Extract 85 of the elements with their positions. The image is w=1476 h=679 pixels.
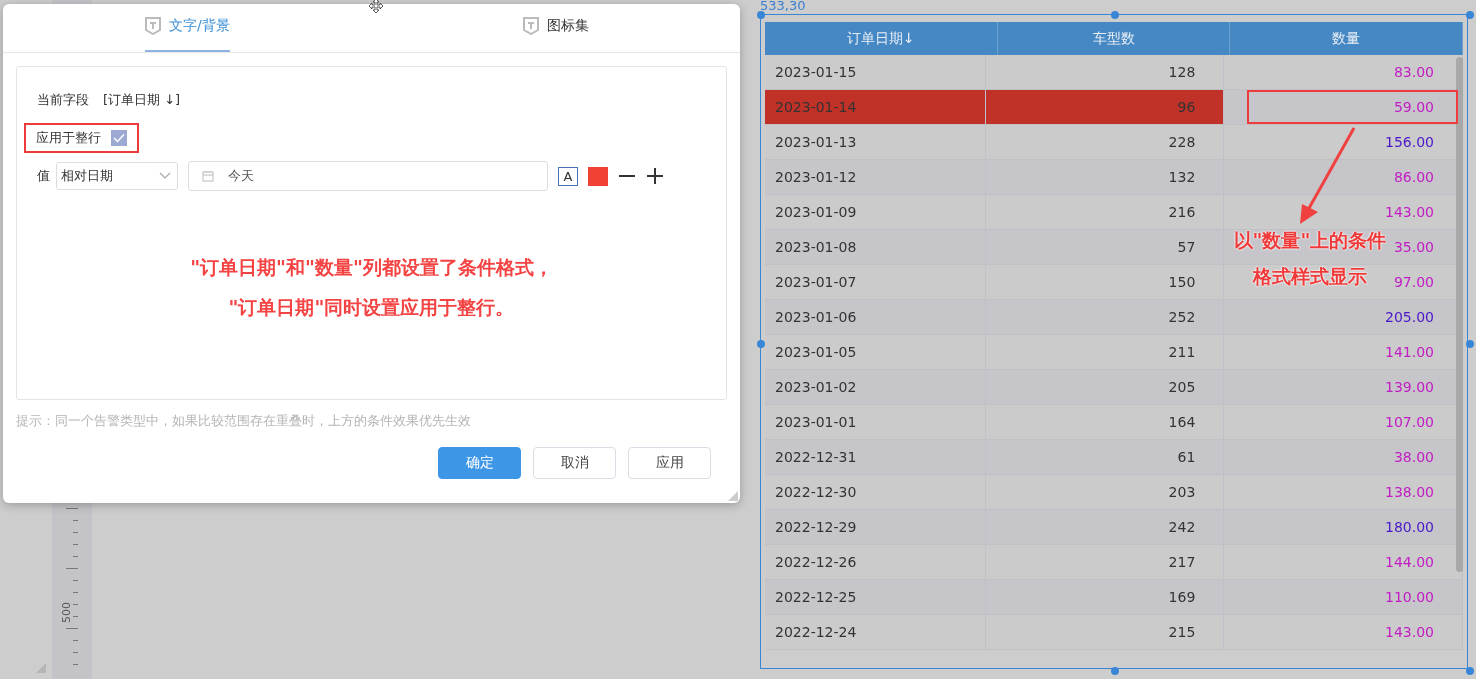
quantity-value: 35.00 [1393,239,1434,255]
field-label: 当前字段 [37,91,89,109]
quantity-value: 139.00 [1385,379,1434,395]
checkbox[interactable] [111,130,127,146]
table-cell: 2023-01-01 [765,405,986,439]
table-cell: 216 [985,195,1225,229]
table-cell: 2022-12-30 [765,475,986,509]
table-cell: 2022-12-31 [765,440,986,474]
quantity-value: 144.00 [1385,554,1434,570]
ruler-label: 500 [60,602,73,623]
quantity-value: 180.00 [1385,519,1434,535]
table-cell: 2023-01-07 [765,265,986,299]
table-cell: 2022-12-25 [765,580,986,614]
quantity-value: 110.00 [1385,589,1434,605]
table-cell: 203 [985,475,1225,509]
position-label: 533,30 [760,0,806,13]
resize-handle[interactable] [1466,667,1474,675]
quantity-value: 143.00 [1385,204,1434,220]
tab[interactable]: 图标集 [522,4,589,52]
document-icon [522,17,539,35]
resize-grip-icon[interactable] [36,663,46,673]
table-cell: 128 [985,55,1225,89]
scrollbar[interactable] [1456,57,1463,572]
table-cell: 205 [985,370,1225,404]
table-cell: 2022-12-26 [765,545,986,579]
quantity-value: 156.00 [1385,134,1434,150]
quantity-value: 83.00 [1393,64,1434,80]
dialog-button[interactable]: 应用 [628,447,711,479]
table-cell: 61 [985,440,1225,474]
quantity-value: 97.00 [1393,274,1434,290]
table-cell: 169 [985,580,1225,614]
table-cell: 150 [985,265,1225,299]
resize-handle[interactable] [1466,11,1474,19]
table-cell: 132 [985,160,1225,194]
chevron-down-icon [159,172,171,180]
quantity-value: 138.00 [1385,484,1434,500]
calendar-icon [202,170,214,182]
annotation-text: "订单日期"和"数量"列都设置了条件格式， [190,255,553,280]
table-cell: 2023-01-12 [765,160,986,194]
table-cell: 2023-01-15 [765,55,986,89]
resize-handle[interactable] [757,11,765,19]
table-cell: 2023-01-08 [765,230,986,264]
annotation-text: 格式样式显示 [1253,264,1367,289]
date-type-select[interactable]: 相对日期 [56,162,178,190]
table-cell: 2022-12-24 [765,615,986,649]
resize-handle[interactable] [757,340,765,348]
apply-row-label: 应用于整行 [36,129,101,147]
table-cell: 96 [985,90,1225,124]
annotation-text: "订单日期"同时设置应用于整行。 [228,295,515,320]
date-field[interactable]: 今天 [188,161,548,191]
table-cell: 57 [985,230,1225,264]
table-cell: 242 [985,510,1225,544]
table-cell: 2022-12-29 [765,510,986,544]
tab[interactable]: 文字/背景 [144,4,230,52]
dialog-button[interactable]: 取消 [533,447,616,479]
table-cell: 164 [985,405,1225,439]
background-color-swatch[interactable] [588,166,608,186]
table-cell: 217 [985,545,1225,579]
resize-handle[interactable] [1111,667,1119,675]
resize-handle[interactable] [1111,11,1119,19]
resize-handle[interactable] [1466,340,1474,348]
table-cell: 252 [985,300,1225,334]
quantity-value: 141.00 [1385,344,1434,360]
table-cell: 215 [985,615,1225,649]
quantity-value: 86.00 [1393,169,1434,185]
annotation-text: 以"数量"上的条件 [1233,228,1387,253]
quantity-value: 205.00 [1385,309,1434,325]
table-cell: 2023-01-13 [765,125,986,159]
table-cell: 2023-01-05 [765,335,986,369]
value-label: 值 [37,167,50,185]
quantity-value: 59.00 [1393,99,1434,115]
resize-grip-icon[interactable] [728,491,738,501]
table-cell: 2023-01-02 [765,370,986,404]
quantity-value: 38.00 [1393,449,1434,465]
font-color-button[interactable]: A [558,166,578,186]
table-cell: 228 [985,125,1225,159]
quantity-value: 143.00 [1385,624,1434,640]
plus-icon[interactable] [646,167,664,185]
document-icon [144,17,161,35]
table-cell: 2023-01-06 [765,300,986,334]
quantity-value: 107.00 [1385,414,1434,430]
table-cell: 2023-01-14 [765,90,986,124]
table-cell: 2023-01-09 [765,195,986,229]
table-cell: 211 [985,335,1225,369]
field-value: [订单日期 ↓] [103,91,181,109]
